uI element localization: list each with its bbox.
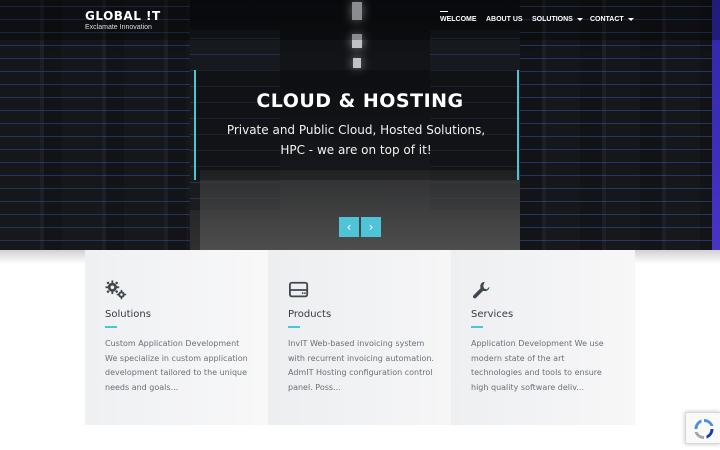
- nav-item-welcome[interactable]: WELCOME: [440, 11, 477, 23]
- brand-logo[interactable]: GLOBAL !T: [85, 9, 161, 23]
- hero-title: CLOUD & HOSTING: [256, 90, 464, 112]
- hero-subtitle: Private and Public Cloud, Hosted Solutio…: [226, 123, 486, 157]
- card-title: Products: [288, 309, 332, 320]
- card-services[interactable]: Services Application Development We use …: [451, 250, 635, 425]
- wrench-icon: [473, 281, 490, 299]
- slider-prev-button[interactable]: ‹: [339, 217, 359, 237]
- nav-item-contact[interactable]: CONTACT: [590, 16, 634, 23]
- nav-item-label: CONTACT: [590, 16, 624, 23]
- slider-next-button[interactable]: ›: [361, 217, 381, 237]
- chevron-right-icon: ›: [368, 220, 374, 234]
- recaptcha-icon: [694, 419, 714, 439]
- nav-item-label: WELCOME: [440, 16, 477, 23]
- card-solutions[interactable]: Solutions Custom Application Development…: [85, 250, 268, 425]
- brand-tagline: Exclamate Innovation: [85, 24, 152, 31]
- card-title: Solutions: [105, 309, 151, 320]
- nav-item-about-us[interactable]: ABOUT US: [486, 16, 523, 23]
- card-text: InvIT Web-based invoicing system with re…: [288, 339, 434, 392]
- top-navbar: GLOBAL !T Exclamate Innovation WELCOME A…: [0, 0, 720, 40]
- gears-icon: [105, 280, 127, 300]
- caret-down-icon: [576, 17, 583, 21]
- caption-right-line: [517, 70, 519, 180]
- card-title: Services: [471, 309, 514, 320]
- card-text: Application Development We use modern st…: [471, 339, 604, 392]
- caption-left-line: [194, 70, 196, 180]
- page: CLOUD & HOSTING Private and Public Cloud…: [0, 0, 720, 450]
- card-products[interactable]: Products InvIT Web-based invoicing syste…: [268, 250, 451, 425]
- nav-active-indicator: [440, 11, 448, 12]
- card-title-underline: [471, 326, 483, 328]
- chevron-left-icon: ‹: [346, 220, 352, 234]
- nav-item-label: ABOUT US: [486, 16, 523, 23]
- recaptcha-badge[interactable]: [685, 412, 720, 444]
- card-text: Custom Application Development We specia…: [105, 339, 248, 392]
- nav-item-label: SOLUTIONS: [532, 16, 573, 23]
- nav-item-solutions[interactable]: SOLUTIONS: [532, 16, 583, 23]
- feature-cards: Solutions Custom Application Development…: [85, 250, 635, 425]
- hard-drive-icon: [288, 281, 309, 298]
- card-title-underline: [105, 326, 117, 328]
- caret-down-icon: [627, 17, 634, 21]
- card-title-underline: [288, 326, 300, 328]
